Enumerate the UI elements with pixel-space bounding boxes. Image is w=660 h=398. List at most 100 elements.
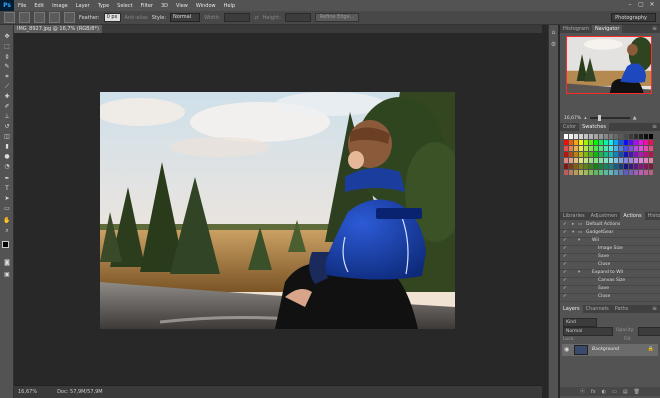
minimize-icon[interactable]: –: [626, 1, 634, 9]
swatch[interactable]: [614, 152, 618, 157]
swatch[interactable]: [564, 158, 568, 163]
swatch[interactable]: [649, 170, 653, 175]
swatch[interactable]: [609, 164, 613, 169]
swatch[interactable]: [614, 158, 618, 163]
swatch[interactable]: [579, 164, 583, 169]
action-check-icon[interactable]: ✓: [563, 237, 568, 245]
move-tool-icon[interactable]: ✥: [3, 33, 11, 40]
swatch[interactable]: [599, 164, 603, 169]
swatch[interactable]: [594, 152, 598, 157]
swatch[interactable]: [634, 164, 638, 169]
blend-mode-select[interactable]: Normal: [563, 327, 613, 336]
menu-layer[interactable]: Layer: [72, 3, 94, 9]
swatch[interactable]: [609, 170, 613, 175]
tab-actions[interactable]: Actions: [620, 212, 645, 220]
navigator-zoom-value[interactable]: 16,67%: [564, 116, 581, 121]
swatch[interactable]: [584, 164, 588, 169]
blur-icon[interactable]: ●: [3, 153, 11, 160]
swatch[interactable]: [644, 134, 648, 139]
swatch[interactable]: [604, 146, 608, 151]
adjustment-layer-icon[interactable]: ◐: [602, 389, 606, 395]
swatch[interactable]: [584, 152, 588, 157]
swatch[interactable]: [599, 140, 603, 145]
swatch[interactable]: [619, 134, 623, 139]
swatch[interactable]: [629, 170, 633, 175]
swatch[interactable]: [624, 140, 628, 145]
menu-filter[interactable]: Filter: [137, 3, 157, 9]
action-check-icon[interactable]: ✓: [563, 221, 568, 229]
swatch[interactable]: [604, 152, 608, 157]
lasso-icon[interactable]: ჲ: [3, 53, 11, 60]
swatch[interactable]: [649, 164, 653, 169]
swatch[interactable]: [599, 158, 603, 163]
swatch[interactable]: [579, 152, 583, 157]
rectangular-marquee-icon[interactable]: ⬚: [3, 43, 11, 50]
swatch[interactable]: [594, 134, 598, 139]
swatch[interactable]: [604, 140, 608, 145]
zoom-slider[interactable]: [589, 115, 630, 121]
history-icon[interactable]: ⌂: [550, 29, 557, 36]
zoom-readout[interactable]: 16,67%: [18, 389, 37, 395]
swatch[interactable]: [629, 164, 633, 169]
panel-menu-icon[interactable]: ≡: [652, 305, 657, 313]
swatch[interactable]: [584, 140, 588, 145]
healing-brush-icon[interactable]: ✚: [3, 93, 11, 100]
style-select[interactable]: Normal: [170, 13, 201, 22]
swatch[interactable]: [589, 158, 593, 163]
disclosure-triangle-icon[interactable]: ▾: [572, 229, 574, 237]
menu-help[interactable]: Help: [220, 3, 239, 9]
swatch[interactable]: [644, 152, 648, 157]
swatch[interactable]: [579, 170, 583, 175]
swatch[interactable]: [629, 146, 633, 151]
new-layer-icon[interactable]: ▤: [623, 389, 628, 395]
link-layers-icon[interactable]: ⓔ: [580, 388, 585, 395]
swatch[interactable]: [629, 140, 633, 145]
swatch[interactable]: [649, 140, 653, 145]
action-check-icon[interactable]: ✓: [563, 253, 568, 261]
swatch[interactable]: [629, 134, 633, 139]
panel-menu-icon[interactable]: ≡: [652, 123, 657, 131]
swatch[interactable]: [584, 134, 588, 139]
swatch[interactable]: [594, 164, 598, 169]
swatch[interactable]: [569, 158, 573, 163]
swatch[interactable]: [639, 134, 643, 139]
swatch[interactable]: [639, 146, 643, 151]
action-check-icon[interactable]: ✓: [563, 229, 568, 237]
tab-paths[interactable]: Paths: [612, 305, 632, 313]
tab-swatches[interactable]: Swatches: [579, 123, 609, 131]
swatch[interactable]: [574, 170, 578, 175]
swatch[interactable]: [604, 170, 608, 175]
swatch[interactable]: [574, 164, 578, 169]
screen-mode-icon[interactable]: ▣: [3, 271, 11, 278]
hand-icon[interactable]: ✋: [3, 217, 11, 224]
swatch[interactable]: [569, 146, 573, 151]
disclosure-triangle-icon[interactable]: ▾: [578, 237, 580, 245]
swatch[interactable]: [594, 146, 598, 151]
swatch[interactable]: [644, 164, 648, 169]
feather-field[interactable]: 0 px: [103, 13, 121, 22]
swatch[interactable]: [619, 164, 623, 169]
swatch[interactable]: [609, 158, 613, 163]
tab-history[interactable]: History: [645, 212, 660, 220]
swatch[interactable]: [634, 134, 638, 139]
tab-color[interactable]: Color: [560, 123, 579, 131]
menu-window[interactable]: Window: [192, 3, 220, 9]
workspace-select[interactable]: Photography: [611, 13, 656, 22]
swatch[interactable]: [624, 170, 628, 175]
menu-view[interactable]: View: [172, 3, 192, 9]
swatch[interactable]: [589, 134, 593, 139]
swatch[interactable]: [574, 146, 578, 151]
document-image[interactable]: [100, 92, 455, 329]
zoom-icon[interactable]: ⌕: [3, 227, 11, 234]
swatch[interactable]: [594, 170, 598, 175]
tab-layers[interactable]: Layers: [560, 305, 583, 313]
swatch[interactable]: [579, 158, 583, 163]
swatch[interactable]: [589, 170, 593, 175]
swatch[interactable]: [639, 164, 643, 169]
marquee-tool-icon[interactable]: [4, 12, 15, 23]
swatch[interactable]: [609, 152, 613, 157]
fx-icon[interactable]: fx: [591, 389, 596, 395]
disclosure-triangle-icon[interactable]: ▸: [572, 221, 574, 229]
refine-edge-button[interactable]: Refine Edge...: [314, 13, 360, 22]
swatch[interactable]: [579, 134, 583, 139]
